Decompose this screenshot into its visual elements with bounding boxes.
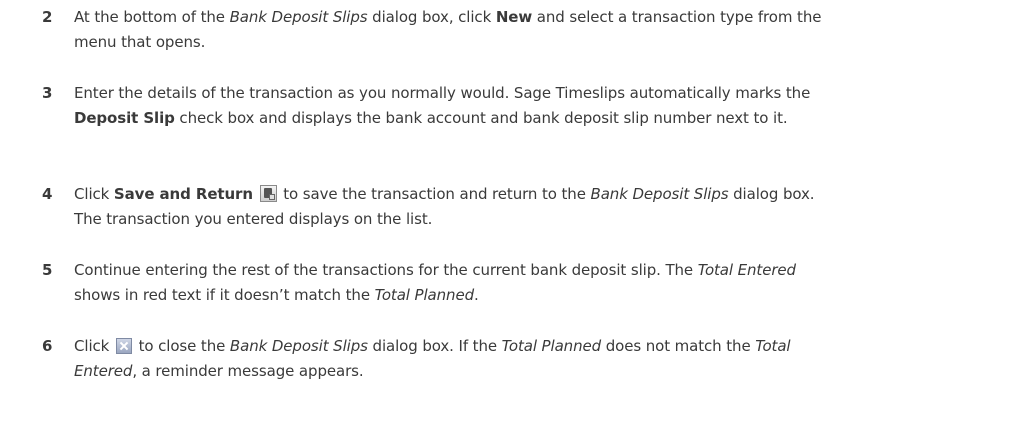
step-text: At the bottom of the Bank Deposit Slips …: [74, 5, 834, 55]
step-number: 2: [42, 8, 53, 26]
step-text-part: dialog box, click: [367, 8, 496, 26]
step-text-part: to close the: [133, 337, 230, 355]
dialog-name: Bank Deposit Slips: [590, 185, 729, 203]
step-text-part: Click: [74, 185, 114, 203]
step-number: 3: [42, 84, 53, 102]
close-icon: [115, 338, 132, 354]
dialog-name: Bank Deposit Slips: [229, 8, 368, 26]
step-text-part: Continue entering the rest of the transa…: [74, 261, 698, 279]
step-text-part: Click: [74, 337, 114, 355]
step-text-part: , a reminder message appears.: [132, 362, 364, 380]
step-text: Click to close the Bank Deposit Slips di…: [74, 334, 834, 384]
dialog-name: Bank Deposit Slips: [229, 337, 368, 355]
step-number: 6: [42, 337, 53, 355]
ui-term: Deposit Slip: [74, 109, 175, 127]
ui-term: Save and Return: [113, 185, 253, 203]
step-number: 4: [42, 185, 53, 203]
step-text-part: .: [474, 286, 479, 304]
step-text-part: does not match the: [601, 337, 756, 355]
step-text-part: to save the transaction and return to th…: [278, 185, 591, 203]
step-text-part: Enter the details of the transaction as …: [74, 84, 811, 102]
step-text: Enter the details of the transaction as …: [74, 81, 834, 131]
field-name: Total Planned: [501, 337, 602, 355]
step-number: 5: [42, 261, 53, 279]
save-and-return-icon: [259, 185, 277, 202]
step-text: Continue entering the rest of the transa…: [74, 258, 834, 308]
step-text-part: shows in red text if it doesn’t match th…: [74, 286, 375, 304]
step-text: Click Save and Return to save the transa…: [74, 182, 834, 232]
field-name: Total Planned: [374, 286, 474, 304]
ui-term: New: [495, 8, 533, 26]
step-text-part: dialog box. If the: [367, 337, 502, 355]
field-name: Total Entered: [697, 261, 796, 279]
step-text-part: At the bottom of the: [74, 8, 230, 26]
step-text-part: check box and displays the bank account …: [174, 109, 788, 127]
